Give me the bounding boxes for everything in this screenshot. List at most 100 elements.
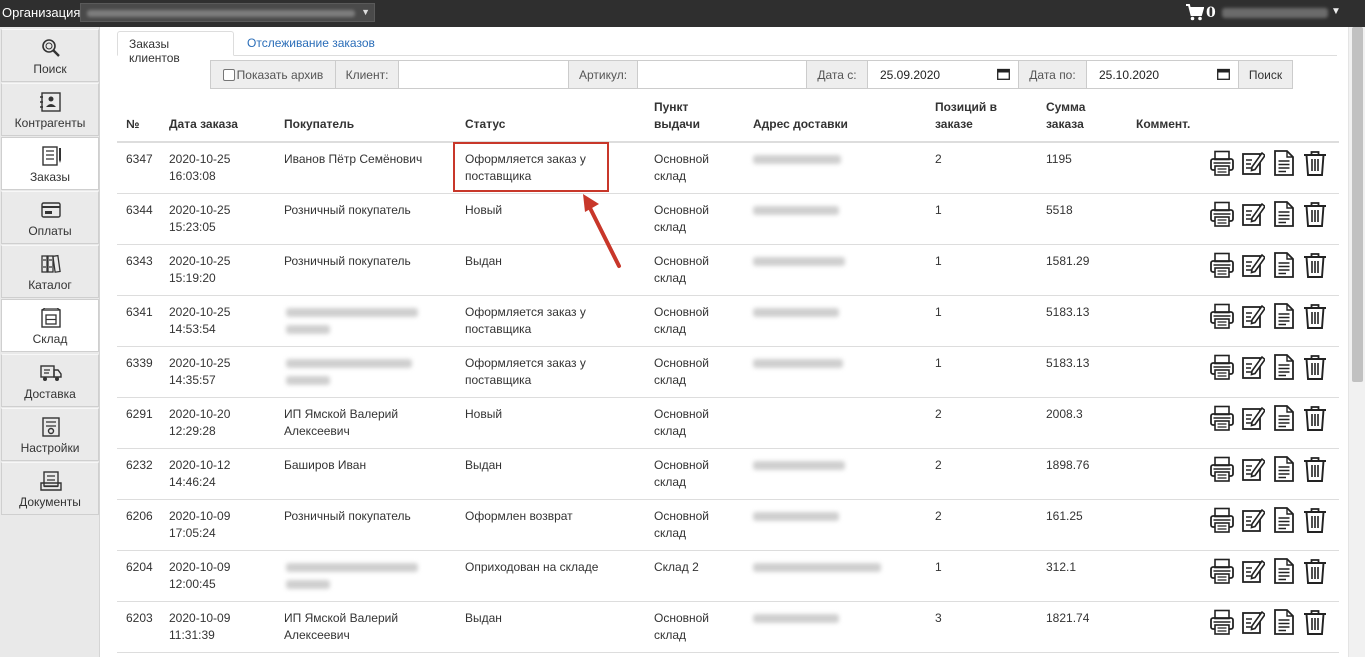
order-date: 2020-10-25 xyxy=(169,254,231,268)
tab-customer-orders[interactable]: Заказы клиентов xyxy=(117,31,234,65)
client-input[interactable] xyxy=(399,61,569,88)
document-icon[interactable] xyxy=(1272,150,1296,176)
header-status[interactable]: Статус xyxy=(465,116,505,133)
trash-icon[interactable] xyxy=(1303,354,1327,380)
order-date: 2020-10-12 xyxy=(169,458,231,472)
header-pickup-line2[interactable]: выдачи xyxy=(654,116,700,133)
tab-order-tracking[interactable]: Отслеживание заказов xyxy=(236,31,386,56)
cart-icon[interactable] xyxy=(1186,4,1204,21)
print-icon[interactable] xyxy=(1210,303,1234,329)
document-icon[interactable] xyxy=(1272,558,1296,584)
order-date: 2020-10-25 xyxy=(169,152,231,166)
header-pickup-line1[interactable]: Пункт xyxy=(654,99,688,116)
edit-icon[interactable] xyxy=(1241,201,1267,227)
pickup-point-line1: Основной xyxy=(654,407,710,421)
header-comment[interactable]: Коммент. xyxy=(1136,116,1190,133)
document-icon[interactable] xyxy=(1272,456,1296,482)
article-input[interactable] xyxy=(638,61,807,88)
print-icon[interactable] xyxy=(1210,558,1234,584)
print-icon[interactable] xyxy=(1210,150,1234,176)
status-line1: Оприходован на складе xyxy=(465,560,599,574)
document-icon[interactable] xyxy=(1272,252,1296,278)
header-positions-line2[interactable]: заказе xyxy=(935,116,973,133)
document-icon[interactable] xyxy=(1272,354,1296,380)
sidebar-item-settings[interactable]: Настройки xyxy=(1,408,99,461)
trash-icon[interactable] xyxy=(1303,507,1327,533)
header-delivery-address[interactable]: Адрес доставки xyxy=(753,116,848,133)
edit-icon[interactable] xyxy=(1241,456,1267,482)
row-divider xyxy=(117,499,1339,500)
pickup-point-line1: Основной xyxy=(654,458,710,472)
document-icon[interactable] xyxy=(1272,507,1296,533)
print-icon[interactable] xyxy=(1210,609,1234,635)
sidebar-item-orders[interactable]: Заказы xyxy=(1,137,99,190)
header-order-date[interactable]: Дата заказа xyxy=(169,116,238,133)
print-icon[interactable] xyxy=(1210,405,1234,431)
trash-icon[interactable] xyxy=(1303,405,1327,431)
positions-count: 1 xyxy=(935,305,942,319)
header-sum-line2[interactable]: заказа xyxy=(1046,116,1084,133)
buyer-name-redacted xyxy=(286,580,330,589)
document-icon[interactable] xyxy=(1272,201,1296,227)
header-positions-line1[interactable]: Позиций в xyxy=(935,99,997,116)
order-number: 6204 xyxy=(126,560,153,574)
cart-count[interactable]: 0 xyxy=(1206,5,1216,21)
trash-icon[interactable] xyxy=(1303,201,1327,227)
archive-checkbox[interactable] xyxy=(222,69,235,81)
user-menu-redacted[interactable] xyxy=(1222,8,1328,18)
document-icon[interactable] xyxy=(1272,303,1296,329)
calendar-icon[interactable] xyxy=(997,68,1010,80)
edit-icon[interactable] xyxy=(1241,507,1267,533)
buyer-name-line1: Розничный покупатель xyxy=(284,254,411,268)
sidebar-item-contractors[interactable]: Контрагенты xyxy=(1,83,99,136)
row-divider xyxy=(117,550,1339,551)
archive-toggle[interactable]: Показать архив xyxy=(211,61,336,88)
calendar-icon[interactable] xyxy=(1217,68,1230,80)
sidebar-item-delivery[interactable]: Доставка xyxy=(1,354,99,407)
date-to-input[interactable]: 25.10.2020 xyxy=(1087,61,1239,88)
page-scrollbar[interactable] xyxy=(1348,27,1365,657)
search-button[interactable]: Поиск xyxy=(1239,61,1292,88)
order-number: 6344 xyxy=(126,203,153,217)
buyer-name-line1: Иванов Пётр Семёнович xyxy=(284,152,423,166)
edit-icon[interactable] xyxy=(1241,252,1267,278)
document-icon[interactable] xyxy=(1272,609,1296,635)
trash-icon[interactable] xyxy=(1303,252,1327,278)
sidebar-item-search[interactable]: Поиск xyxy=(1,29,99,82)
document-icon[interactable] xyxy=(1272,405,1296,431)
sidebar-item-documents[interactable]: Документы xyxy=(1,462,99,515)
edit-icon[interactable] xyxy=(1241,558,1267,584)
header-number[interactable]: № xyxy=(126,116,139,133)
status-line1: Выдан xyxy=(465,611,502,625)
delivery-address-redacted xyxy=(753,359,843,368)
organization-select[interactable]: ▼ xyxy=(80,3,375,22)
edit-icon[interactable] xyxy=(1241,405,1267,431)
print-icon[interactable] xyxy=(1210,354,1234,380)
trash-icon[interactable] xyxy=(1303,456,1327,482)
print-icon[interactable] xyxy=(1210,252,1234,278)
sidebar-item-warehouse[interactable]: Склад xyxy=(1,299,99,352)
edit-icon[interactable] xyxy=(1241,150,1267,176)
print-icon[interactable] xyxy=(1210,507,1234,533)
header-buyer[interactable]: Покупатель xyxy=(284,116,354,133)
print-icon[interactable] xyxy=(1210,456,1234,482)
edit-icon[interactable] xyxy=(1241,303,1267,329)
edit-icon[interactable] xyxy=(1241,609,1267,635)
sidebar-item-payments[interactable]: Оплаты xyxy=(1,191,99,244)
trash-icon[interactable] xyxy=(1303,609,1327,635)
caret-down-icon[interactable]: ▼ xyxy=(1331,6,1341,17)
filter-bar: Показать архив Клиент: Артикул: Дата с: … xyxy=(210,60,1293,89)
contacts-icon xyxy=(40,92,61,112)
order-time: 15:19:20 xyxy=(169,271,216,285)
edit-icon[interactable] xyxy=(1241,354,1267,380)
order-number: 6347 xyxy=(126,152,153,166)
header-sum-line1[interactable]: Сумма xyxy=(1046,99,1085,116)
print-icon[interactable] xyxy=(1210,201,1234,227)
scrollbar-thumb[interactable] xyxy=(1352,27,1363,382)
trash-icon[interactable] xyxy=(1303,558,1327,584)
pickup-point-line2: склад xyxy=(654,628,687,642)
date-from-input[interactable]: 25.09.2020 xyxy=(868,61,1019,88)
trash-icon[interactable] xyxy=(1303,303,1327,329)
trash-icon[interactable] xyxy=(1303,150,1327,176)
sidebar-item-catalog[interactable]: Каталог xyxy=(1,245,99,298)
